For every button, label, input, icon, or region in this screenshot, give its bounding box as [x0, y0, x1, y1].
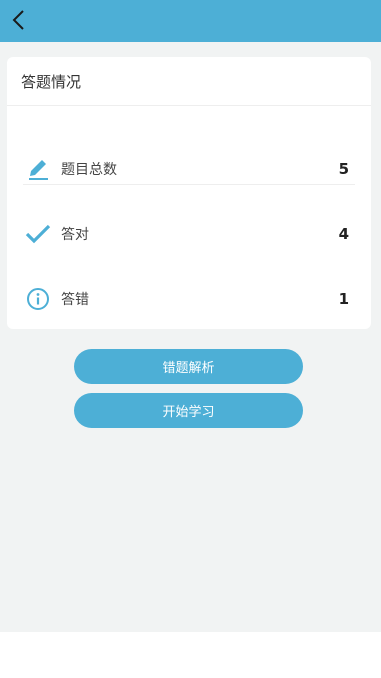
top-bar: [0, 0, 381, 42]
wrong-row: 答错 1: [23, 267, 355, 331]
correct-row: 答对 4: [23, 202, 355, 266]
wrong-value: 1: [338, 290, 349, 308]
info-icon: [23, 284, 53, 314]
correct-value: 4: [338, 225, 349, 243]
pencil-icon: [23, 154, 53, 184]
correct-label: 答对: [61, 227, 89, 243]
chevron-left-icon: [12, 10, 24, 30]
main-content: 答题情况 题目总数 5 答对 4 答错 1 错题解析 开始学习: [0, 42, 381, 632]
total-questions-value: 5: [338, 160, 349, 178]
answer-summary-card: 答题情况 题目总数 5 答对 4 答错 1: [7, 57, 371, 329]
start-learning-button[interactable]: 开始学习: [74, 393, 303, 428]
card-title: 答题情况: [7, 57, 371, 106]
row-divider: [23, 184, 355, 185]
total-questions-row: 题目总数 5: [23, 137, 355, 201]
total-questions-label: 题目总数: [61, 162, 117, 178]
wrong-label: 答错: [61, 292, 89, 308]
check-icon: [23, 219, 53, 249]
wrong-answer-review-button[interactable]: 错题解析: [74, 349, 303, 384]
back-button[interactable]: [4, 5, 34, 35]
